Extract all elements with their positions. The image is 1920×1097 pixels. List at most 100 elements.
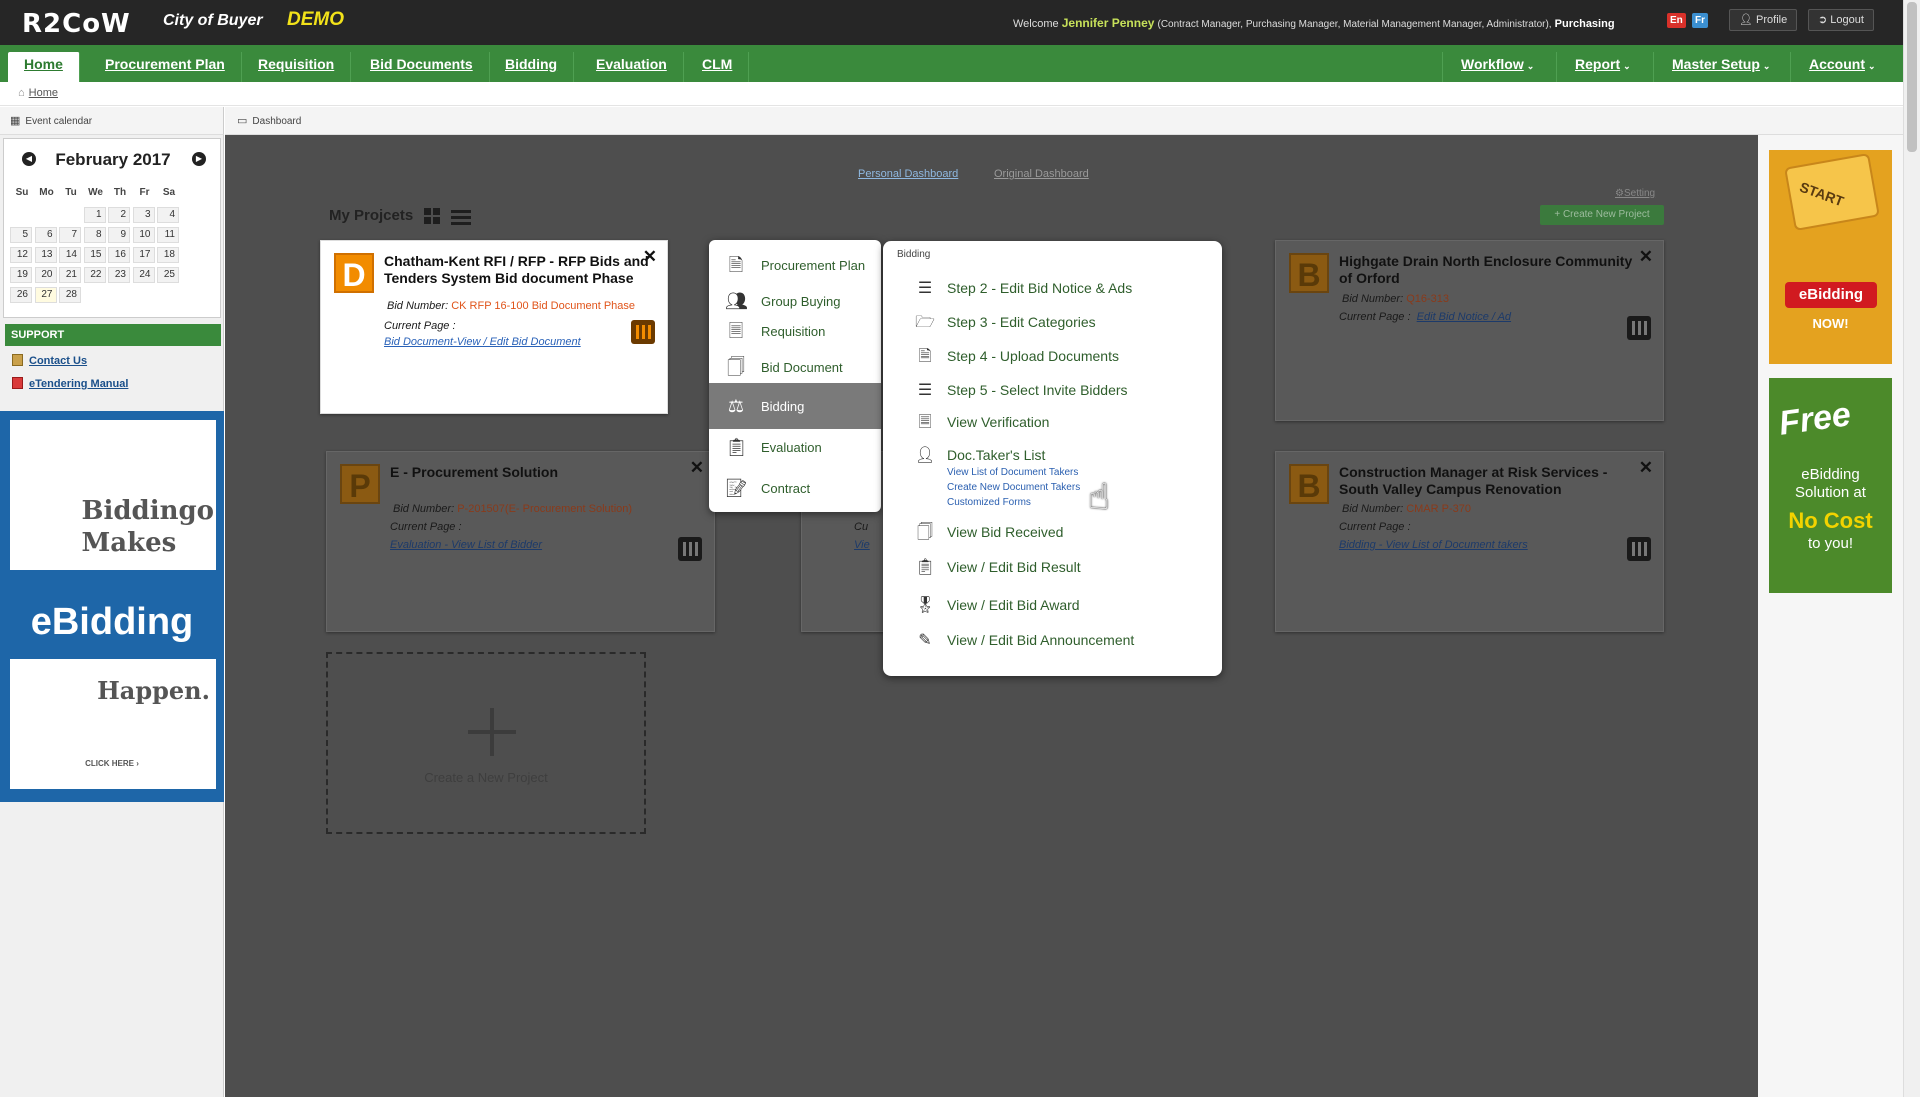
calendar-day[interactable]: 26: [10, 287, 32, 303]
chevron-down-icon: ⌄: [1526, 61, 1535, 71]
calendar-day[interactable]: 14: [59, 247, 81, 263]
biddingo-ad-banner[interactable]: Biddingo Makes eBidding Happen. CLICK HER…: [0, 411, 224, 802]
current-page-link[interactable]: Evaluation - View List of Bidder: [390, 539, 542, 551]
calendar-day[interactable]: 24: [132, 267, 155, 283]
menu-item-bid-document[interactable]: 🗍︎ Bid Document: [709, 346, 881, 386]
nav-clm[interactable]: CLM: [686, 52, 750, 82]
calendar-day[interactable]: 9: [108, 227, 130, 243]
contact-us-link[interactable]: Contact Us: [12, 354, 87, 367]
project-card[interactable]: B Highgate Drain North Enclosure Communi…: [1275, 240, 1664, 421]
current-page-link-fragment[interactable]: Vie: [854, 539, 870, 551]
current-page-link[interactable]: Bidding - View List of Document takers: [1339, 539, 1528, 551]
close-icon[interactable]: ✕: [1639, 458, 1653, 478]
calendar-day[interactable]: 4: [157, 207, 179, 223]
next-month-icon[interactable]: ▶: [192, 152, 206, 166]
calendar-day[interactable]: 19: [10, 267, 32, 283]
menu-item-evaluation[interactable]: 📋︎ Evaluation: [709, 426, 881, 466]
menu-item-procurement-plan[interactable]: 🗎︎ Procurement Plan: [709, 244, 881, 284]
nav-procurement-plan[interactable]: Procurement Plan: [89, 52, 242, 82]
nav-bidding[interactable]: Bidding: [489, 52, 575, 82]
calendar-day[interactable]: 17: [132, 247, 155, 263]
calendar-month: February 2017: [55, 150, 171, 169]
start-ebidding-ad[interactable]: START eBidding NOW!: [1769, 150, 1892, 364]
project-menu-icon[interactable]: [1627, 537, 1651, 561]
nav-report[interactable]: Report ⌄: [1556, 52, 1649, 82]
breadcrumb-home-link[interactable]: Home: [29, 87, 58, 99]
close-icon[interactable]: ✕: [643, 247, 657, 267]
free-ebidding-ad[interactable]: Free eBidding Solution at No Cost to you!: [1769, 378, 1892, 593]
calendar-day[interactable]: 11: [157, 227, 179, 243]
link-create-document-takers[interactable]: Create New Document Takers: [947, 482, 1080, 493]
nav-evaluation[interactable]: Evaluation: [580, 52, 684, 82]
settings-link[interactable]: ⚙Setting: [1615, 188, 1655, 199]
project-menu-icon[interactable]: [1627, 316, 1651, 340]
logout-button[interactable]: ➲ Logout: [1808, 9, 1874, 31]
calendar-day[interactable]: 18: [157, 247, 179, 263]
user-name: Jennifer Penney: [1061, 16, 1155, 30]
calendar-day[interactable]: 2: [108, 207, 130, 223]
calendar-day[interactable]: 13: [34, 247, 57, 263]
current-page-label-fragment: Cu: [854, 521, 869, 533]
grid-view-icon[interactable]: [424, 208, 441, 225]
calendar-day[interactable]: 28: [59, 287, 81, 303]
etendering-manual-link[interactable]: eTendering Manual: [12, 377, 128, 390]
language-fr-button[interactable]: Fr: [1692, 13, 1708, 28]
create-new-project-tile[interactable]: Create a New Project: [326, 652, 646, 834]
calendar-day[interactable]: 8: [83, 227, 106, 243]
project-title: Chatham-Kent RFI / RFP - RFP Bids and Te…: [384, 253, 649, 286]
nav-bid-documents[interactable]: Bid Documents: [354, 52, 490, 82]
inbox-icon: 🗍︎: [917, 524, 933, 541]
nav-account[interactable]: Account ⌄: [1790, 52, 1894, 82]
language-en-button[interactable]: En: [1667, 13, 1686, 28]
menu-item-label: Requisition: [761, 324, 826, 339]
current-page-link[interactable]: Edit Bid Notice / Ad: [1417, 311, 1511, 323]
calendar-day[interactable]: 3: [132, 207, 155, 223]
welcome-prefix: Welcome: [1013, 18, 1059, 30]
create-new-project-button[interactable]: + Create New Project: [1540, 205, 1664, 225]
book-icon: [12, 354, 23, 366]
calendar-day[interactable]: 21: [59, 267, 81, 283]
calendar-day[interactable]: 25: [157, 267, 179, 283]
project-menu-icon[interactable]: [631, 320, 655, 344]
list-view-icon[interactable]: [451, 210, 471, 225]
page-scrollbar[interactable]: [1903, 0, 1920, 1097]
calendar-day[interactable]: 22: [83, 267, 106, 283]
current-page-link[interactable]: Bid Document-View / Edit Bid Document: [384, 336, 581, 348]
calendar-day[interactable]: 6: [34, 227, 57, 243]
calendar-day[interactable]: 20: [34, 267, 57, 283]
ad-no-cost-text: No Cost: [1788, 508, 1873, 533]
scrollbar-thumb[interactable]: [1907, 2, 1917, 152]
project-card[interactable]: P E - Procurement Solution Bid Number: P…: [326, 451, 715, 632]
menu-item-bidding[interactable]: ⚖︎ Bidding: [709, 383, 881, 429]
menu-item-contract[interactable]: 📝︎ Contract: [709, 467, 881, 507]
calendar-day[interactable]: 12: [10, 247, 32, 263]
project-card[interactable]: D Chatham-Kent RFI / RFP - RFP Bids and …: [320, 240, 668, 414]
calendar-day[interactable]: 1: [83, 207, 106, 223]
calendar-day[interactable]: 23: [108, 267, 130, 283]
nav-master-setup[interactable]: Master Setup ⌄: [1653, 52, 1788, 82]
profile-button[interactable]: 👤︎ Profile: [1729, 9, 1798, 31]
menu-item-requisition[interactable]: 🗏︎ Requisition: [709, 310, 881, 350]
tab-personal-dashboard[interactable]: Personal Dashboard: [858, 168, 958, 180]
ad-click-here[interactable]: CLICK HERE ›: [0, 759, 224, 768]
calendar-day[interactable]: 15: [83, 247, 106, 263]
link-customized-forms[interactable]: Customized Forms: [947, 497, 1031, 508]
close-icon[interactable]: ✕: [690, 458, 704, 478]
nav-requisition[interactable]: Requisition: [242, 52, 352, 82]
close-icon[interactable]: ✕: [1639, 247, 1653, 267]
calendar-day[interactable]: 5: [10, 227, 32, 243]
calendar-day[interactable]: 10: [132, 227, 155, 243]
calendar-day[interactable]: 7: [59, 227, 81, 243]
nav-home[interactable]: Home: [8, 52, 80, 82]
nav-workflow[interactable]: Workflow ⌄: [1442, 52, 1552, 82]
app-logo[interactable]: R2CoW: [22, 9, 131, 39]
tab-original-dashboard[interactable]: Original Dashboard: [994, 168, 1089, 180]
profile-label: Profile: [1756, 14, 1788, 26]
calendar-day[interactable]: 27: [34, 287, 57, 303]
project-card[interactable]: B Construction Manager at Risk Services …: [1275, 451, 1664, 632]
link-view-document-takers[interactable]: View List of Document Takers: [947, 467, 1078, 478]
project-menu-icon[interactable]: [678, 537, 702, 561]
current-page-label: Current Page :: [1339, 311, 1411, 323]
submenu-label: View Verification: [947, 414, 1050, 430]
calendar-day[interactable]: 16: [108, 247, 130, 263]
